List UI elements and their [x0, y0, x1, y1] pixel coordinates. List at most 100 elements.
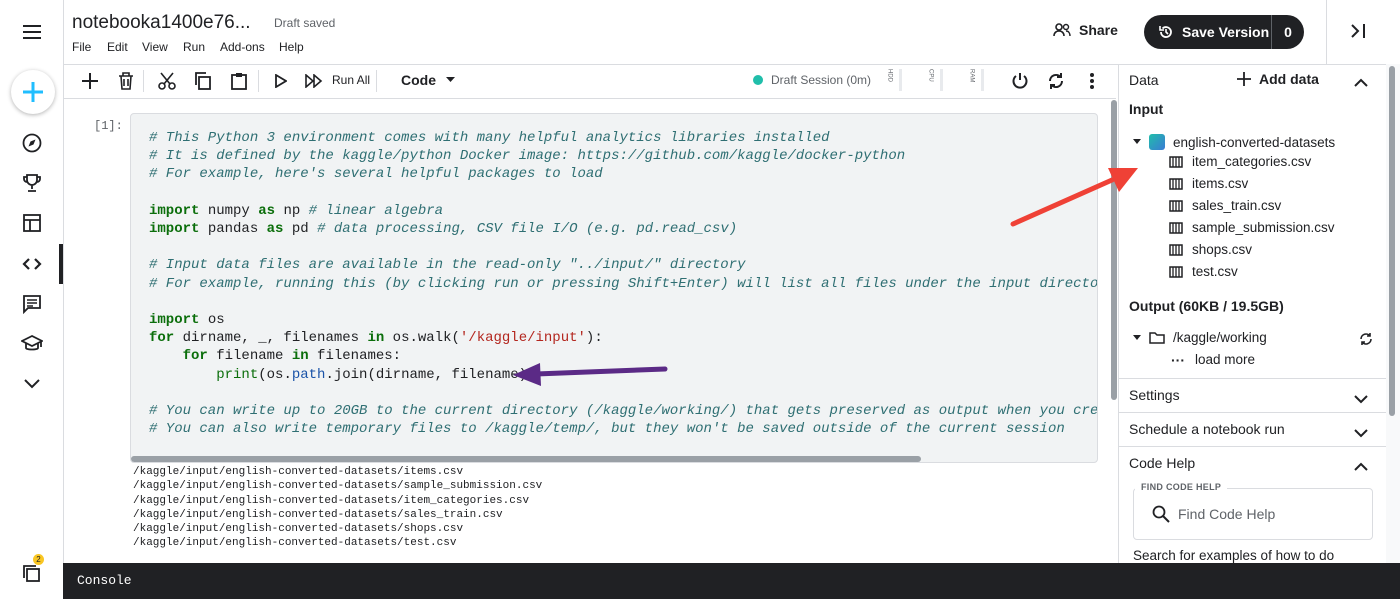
- cell-type-select[interactable]: Code: [401, 72, 455, 88]
- file-item[interactable]: shops.csv: [1169, 242, 1252, 257]
- expand-caret-icon: [1133, 334, 1141, 340]
- run-cell-icon[interactable]: [270, 70, 292, 92]
- draft-status: Draft saved: [274, 16, 336, 30]
- notebook-header: notebooka1400e76... Draft saved File Edi…: [63, 0, 1400, 65]
- file-item[interactable]: item_categories.csv: [1169, 154, 1311, 169]
- history-icon: [1159, 26, 1172, 38]
- csv-table-icon: [1169, 221, 1183, 234]
- notebook-title[interactable]: notebooka1400e76...: [72, 12, 251, 34]
- data-panel-title: Data: [1129, 72, 1159, 88]
- dataset-name: english-converted-datasets: [1173, 134, 1336, 150]
- search-icon: [1152, 505, 1170, 523]
- cell-type-value: Code: [401, 72, 436, 88]
- notification-badge: 2: [33, 554, 44, 565]
- compass-icon[interactable]: [20, 131, 44, 155]
- chevron-down-icon[interactable]: [1354, 425, 1368, 443]
- code-editor[interactable]: # This Python 3 environment comes with m…: [149, 129, 1097, 438]
- code-cell[interactable]: # This Python 3 environment comes with m…: [130, 113, 1098, 463]
- dataset-node[interactable]: english-converted-datasets: [1133, 134, 1335, 150]
- table-icon[interactable]: [20, 211, 44, 235]
- add-icon: [1237, 72, 1251, 86]
- chevron-down-icon[interactable]: [20, 372, 44, 396]
- load-more-button[interactable]: ··· load more: [1171, 352, 1255, 367]
- dataset-icon: [1149, 134, 1165, 150]
- console-label: Console: [77, 573, 132, 588]
- session-dot: [753, 75, 763, 85]
- save-version-button[interactable]: Save Version 0: [1144, 15, 1304, 49]
- refresh-icon[interactable]: [1359, 332, 1373, 351]
- header-divider: [1326, 0, 1327, 64]
- working-dir-node[interactable]: /kaggle/working: [1133, 330, 1267, 345]
- menu-edit[interactable]: Edit: [107, 40, 128, 54]
- file-item[interactable]: sales_train.csv: [1169, 198, 1281, 213]
- find-code-help-input[interactable]: Find Code Help: [1133, 488, 1373, 540]
- run-all-button[interactable]: Run All: [332, 73, 370, 87]
- share-label: Share: [1079, 22, 1118, 38]
- cell-output: /kaggle/input/english-converted-datasets…: [133, 466, 543, 550]
- comment-icon[interactable]: [20, 292, 44, 316]
- csv-table-icon: [1169, 265, 1183, 278]
- menu-addons[interactable]: Add-ons: [220, 40, 265, 54]
- console-bar[interactable]: Console: [63, 563, 1400, 599]
- restart-icon[interactable]: [1045, 70, 1067, 92]
- menu-file[interactable]: File: [72, 40, 91, 54]
- menu-icon[interactable]: [20, 20, 44, 44]
- session-label: Draft Session (0m): [771, 73, 872, 87]
- code-icon[interactable]: [20, 252, 44, 276]
- share-button[interactable]: Share: [1053, 22, 1118, 38]
- schedule-section[interactable]: Schedule a notebook run: [1129, 421, 1285, 437]
- input-heading: Input: [1129, 101, 1164, 117]
- run-all-icon[interactable]: [303, 70, 325, 92]
- file-item[interactable]: items.csv: [1169, 176, 1248, 191]
- hdd-meter: [899, 69, 902, 91]
- chevron-up-icon[interactable]: [1354, 74, 1368, 92]
- find-code-help-label: FIND CODE HELP: [1135, 482, 1228, 492]
- ram-meter: [981, 69, 984, 91]
- cpu-meter-label: CPU: [927, 69, 934, 82]
- ellipsis-icon: ···: [1171, 351, 1185, 368]
- cut-icon[interactable]: [156, 70, 178, 92]
- power-icon[interactable]: [1009, 70, 1031, 92]
- school-icon[interactable]: [20, 332, 44, 356]
- notebook-area: [1]: # This Python 3 environment comes w…: [63, 98, 1116, 563]
- code-horizontal-scrollbar[interactable]: [131, 456, 921, 462]
- session-status[interactable]: Draft Session (0m): [753, 73, 871, 87]
- code-help-section[interactable]: Code Help: [1129, 455, 1195, 471]
- notebook-scrollbar[interactable]: [1111, 100, 1117, 400]
- add-data-button[interactable]: Add data: [1237, 71, 1319, 87]
- file-item[interactable]: test.csv: [1169, 264, 1238, 279]
- search-hint: Search for examples of how to do: [1133, 548, 1335, 563]
- delete-icon[interactable]: [115, 70, 137, 92]
- create-button[interactable]: [11, 70, 55, 114]
- file-item[interactable]: sample_submission.csv: [1169, 220, 1335, 235]
- panel-scrollbar-track: [1386, 64, 1400, 563]
- chevron-up-icon[interactable]: [1354, 458, 1368, 476]
- menu-view[interactable]: View: [142, 40, 168, 54]
- version-count: 0: [1271, 15, 1304, 49]
- add-cell-icon[interactable]: [79, 70, 101, 92]
- output-heading: Output (60KB / 19.5GB): [1129, 298, 1284, 314]
- menu-help[interactable]: Help: [279, 40, 304, 54]
- cell-prompt: [1]:: [94, 119, 123, 133]
- add-icon: [23, 82, 43, 102]
- chevron-down-icon[interactable]: [1354, 391, 1368, 409]
- caret-down-icon: [446, 77, 455, 82]
- cpu-meter: [940, 69, 943, 91]
- more-options-icon[interactable]: [1081, 70, 1103, 92]
- panel-scrollbar[interactable]: [1389, 66, 1395, 416]
- ram-meter-label: RAM: [968, 69, 975, 83]
- menu-run[interactable]: Run: [183, 40, 205, 54]
- copy-icon[interactable]: [192, 70, 214, 92]
- find-code-help-placeholder: Find Code Help: [1178, 506, 1276, 522]
- notifications-icon[interactable]: 2: [20, 554, 44, 586]
- settings-section[interactable]: Settings: [1129, 387, 1180, 403]
- csv-table-icon: [1169, 243, 1183, 256]
- people-icon: [1053, 23, 1071, 37]
- trophy-icon[interactable]: [20, 171, 44, 195]
- folder-icon: [1149, 332, 1165, 344]
- notebook-toolbar: Run All Code Draft Session (0m) HDD CPU …: [63, 64, 1116, 99]
- expand-caret-icon: [1133, 139, 1141, 144]
- csv-table-icon: [1169, 155, 1183, 168]
- paste-icon[interactable]: [228, 70, 250, 92]
- collapse-panel-icon[interactable]: [1349, 21, 1367, 46]
